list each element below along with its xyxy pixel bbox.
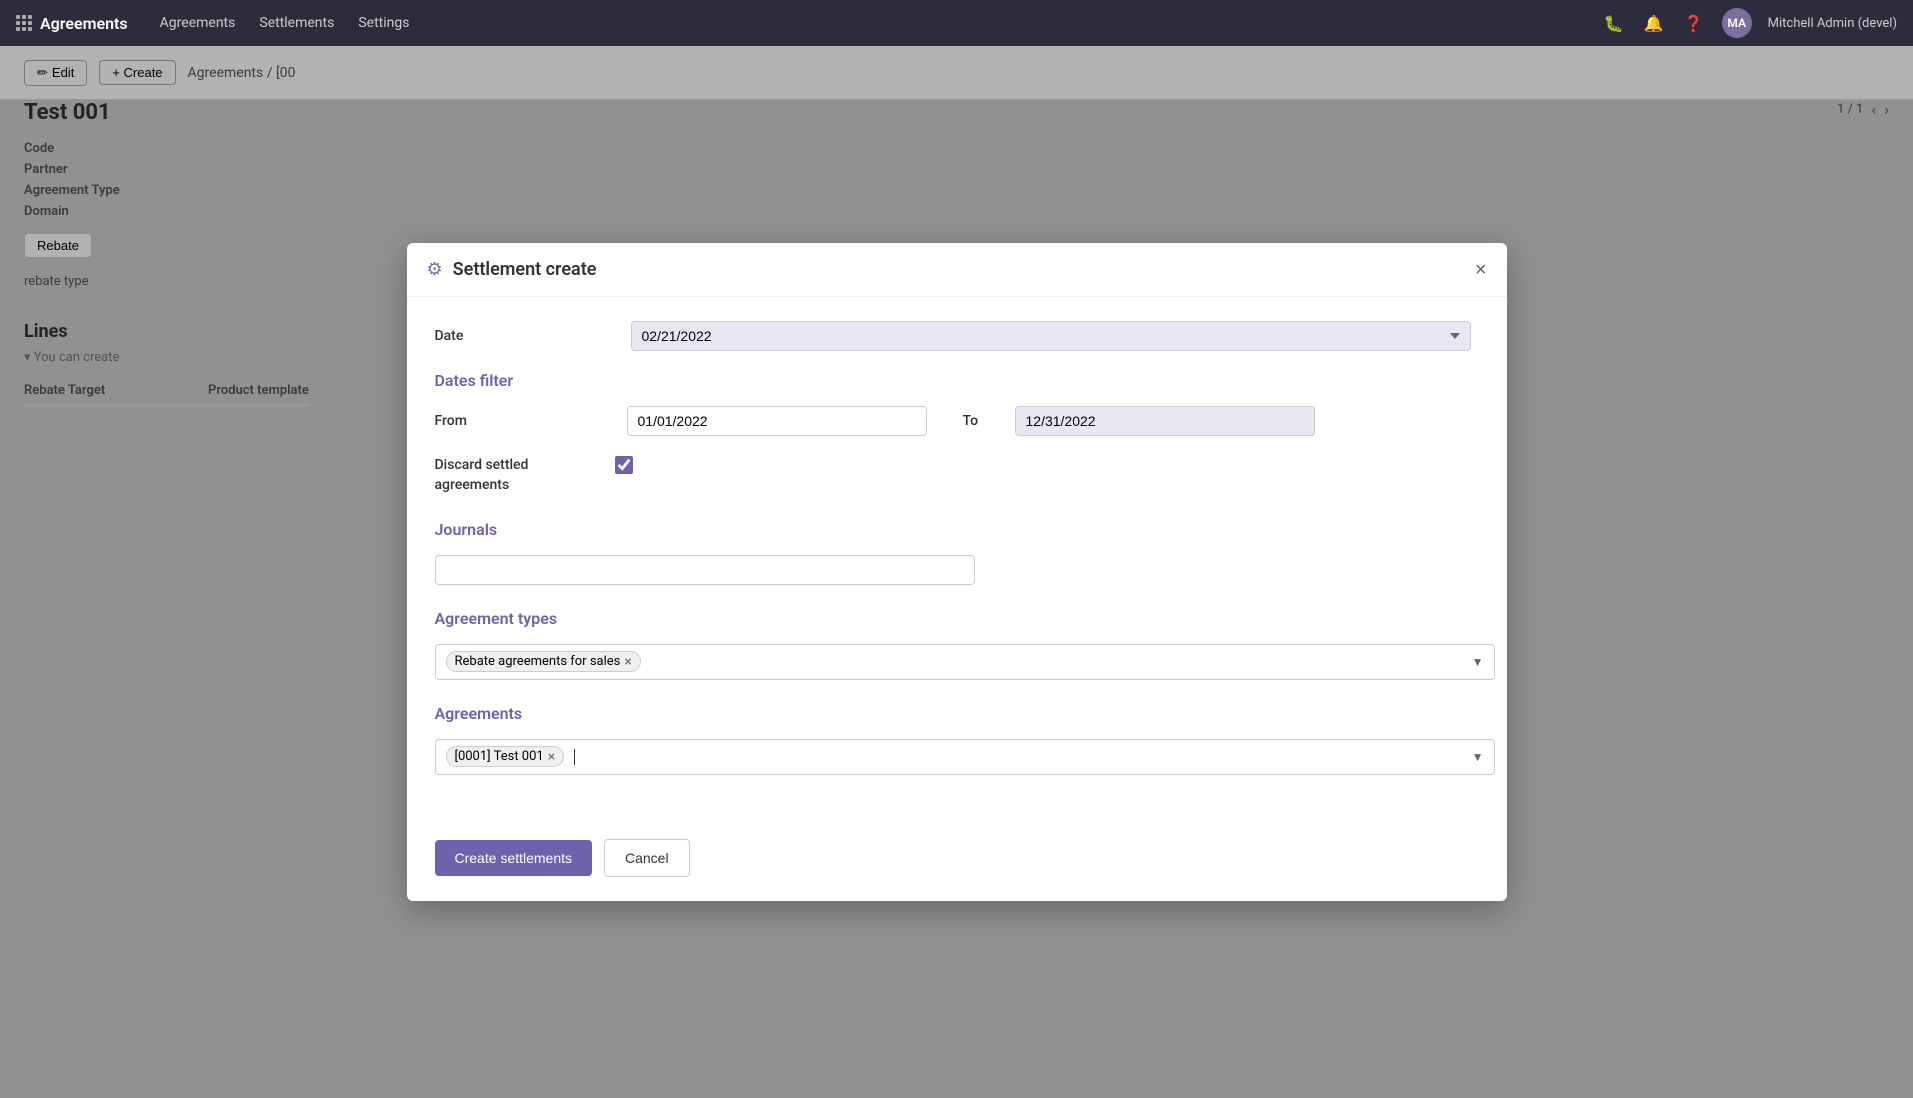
bug-icon[interactable]: 🐛 <box>1602 11 1626 35</box>
date-row: Date <box>435 321 1479 351</box>
dates-filter-section: Dates filter From To Discard settledagre… <box>435 371 1479 495</box>
nav-settings[interactable]: Settings <box>358 15 409 31</box>
from-input[interactable] <box>627 406 927 436</box>
app-title: Agreements <box>40 14 128 33</box>
modal-header-icon: ⚙ <box>427 259 443 280</box>
agreement-types-dropdown-arrow: ▼ <box>1472 655 1484 669</box>
from-to-row: From To <box>435 406 1479 436</box>
agreements-section: Agreements [0001] Test 001 × ▼ <box>435 704 1479 775</box>
avatar[interactable]: MA <box>1722 8 1752 38</box>
agreements-title: Agreements <box>435 704 1479 723</box>
text-cursor <box>574 749 575 765</box>
agreement-type-tag-label: Rebate agreements for sales <box>455 654 621 669</box>
cancel-button[interactable]: Cancel <box>604 839 690 877</box>
agreement-type-tag-0: Rebate agreements for sales × <box>446 651 641 672</box>
journals-title: Journals <box>435 520 1479 539</box>
journals-select[interactable] <box>435 555 975 585</box>
settlement-create-modal: ⚙ Settlement create × Date Dates filter … <box>407 243 1507 900</box>
agreement-types-section: Agreement types Rebate agreements for sa… <box>435 609 1479 680</box>
modal-header: ⚙ Settlement create × <box>407 243 1507 297</box>
modal-overlay: ⚙ Settlement create × Date Dates filter … <box>0 46 1913 1098</box>
modal-body: Date Dates filter From To <box>407 297 1507 822</box>
to-field: To <box>963 406 1315 436</box>
grid-icon <box>16 15 32 31</box>
nav-settlements[interactable]: Settlements <box>259 15 334 31</box>
agreement-type-tag-remove-0[interactable]: × <box>624 655 631 669</box>
agreements-dropdown-arrow: ▼ <box>1472 750 1484 764</box>
discard-label: Discard settledagreements <box>435 456 615 495</box>
modal-footer: Create settlements Cancel <box>407 823 1507 901</box>
app-logo: Agreements <box>16 14 128 33</box>
top-nav-right: 🐛 🔔 ❓ MA Mitchell Admin (devel) <box>1602 8 1897 38</box>
user-label: Mitchell Admin (devel) <box>1768 16 1897 31</box>
help-icon[interactable]: ❓ <box>1682 11 1706 35</box>
agreements-input[interactable]: [0001] Test 001 × ▼ <box>435 739 1495 775</box>
agreement-tag-remove-0[interactable]: × <box>548 750 555 764</box>
agreement-types-input[interactable]: Rebate agreements for sales × ▼ <box>435 644 1495 680</box>
to-input[interactable] <box>1015 406 1315 436</box>
date-input[interactable] <box>631 321 1471 351</box>
from-label: From <box>435 413 615 429</box>
nav-links: Agreements Settlements Settings <box>160 15 410 31</box>
bell-icon[interactable]: 🔔 <box>1642 11 1666 35</box>
discard-checkbox[interactable] <box>615 456 633 474</box>
agreement-tag-0: [0001] Test 001 × <box>446 746 565 767</box>
agreement-types-title: Agreement types <box>435 609 1479 628</box>
modal-title: Settlement create <box>453 259 1465 280</box>
dates-filter-title: Dates filter <box>435 371 1479 390</box>
agreement-tag-label: [0001] Test 001 <box>455 749 544 764</box>
nav-agreements[interactable]: Agreements <box>160 15 236 31</box>
to-label: To <box>963 413 1003 429</box>
date-label: Date <box>435 328 615 344</box>
create-settlements-button[interactable]: Create settlements <box>435 840 593 876</box>
journals-section: Journals <box>435 520 1479 585</box>
modal-close-button[interactable]: × <box>1475 260 1487 280</box>
top-navigation: Agreements Agreements Settlements Settin… <box>0 0 1913 46</box>
discard-row: Discard settledagreements <box>435 456 1479 495</box>
from-field: From <box>435 406 927 436</box>
